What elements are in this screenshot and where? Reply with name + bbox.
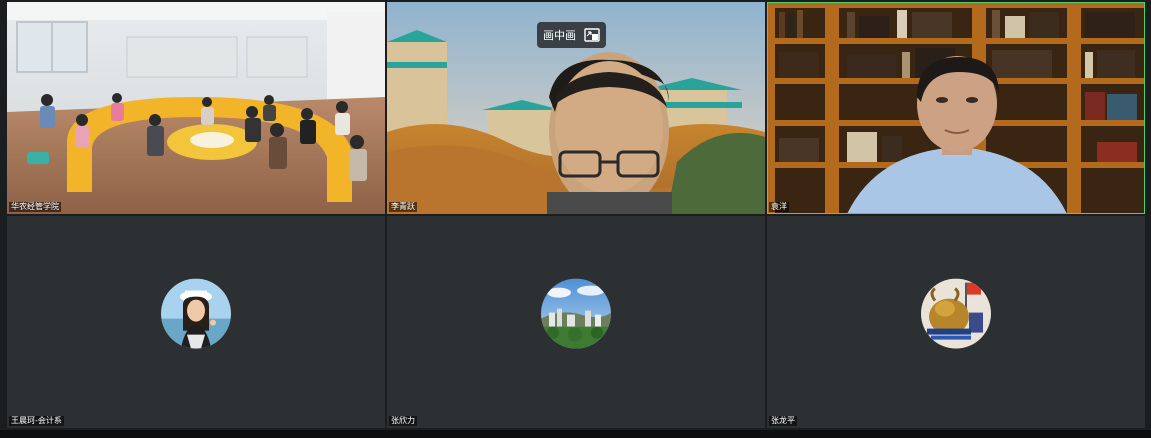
pip-icon	[584, 28, 600, 42]
participant-name: 张龙平	[769, 416, 797, 426]
video-tile-zhang-xinli[interactable]: 张欣力	[387, 216, 765, 428]
avatar-wang	[161, 278, 231, 349]
avatar-zhang-longping	[921, 278, 991, 349]
participant-name: 袁洋	[769, 202, 789, 212]
video-grid: 华农经管学院 画中画 李青跃 袁洋 王晨珂-会计系 张欣力 张龙平	[0, 0, 1151, 438]
video-tile-yuan[interactable]: 袁洋	[767, 2, 1145, 214]
participant-name: 李青跃	[389, 202, 417, 212]
video-tile-wang[interactable]: 王晨珂-会计系	[7, 216, 385, 428]
video-tile-classroom[interactable]: 华农经管学院	[7, 2, 385, 214]
avatar-zhang-xinli	[541, 278, 611, 349]
classroom-video	[7, 2, 385, 214]
video-tile-zhang-longping[interactable]: 张龙平	[767, 216, 1145, 428]
picture-in-picture-button[interactable]: 画中画	[537, 22, 606, 48]
bottom-toolbar-strip	[0, 430, 1151, 438]
yuan-video	[767, 2, 1145, 214]
video-tile-li[interactable]: 画中画 李青跃	[387, 2, 765, 214]
participant-name: 华农经管学院	[9, 202, 61, 212]
participant-name: 张欣力	[389, 416, 417, 426]
participant-name: 王晨珂-会计系	[9, 416, 64, 426]
pip-label: 画中画	[543, 29, 576, 42]
